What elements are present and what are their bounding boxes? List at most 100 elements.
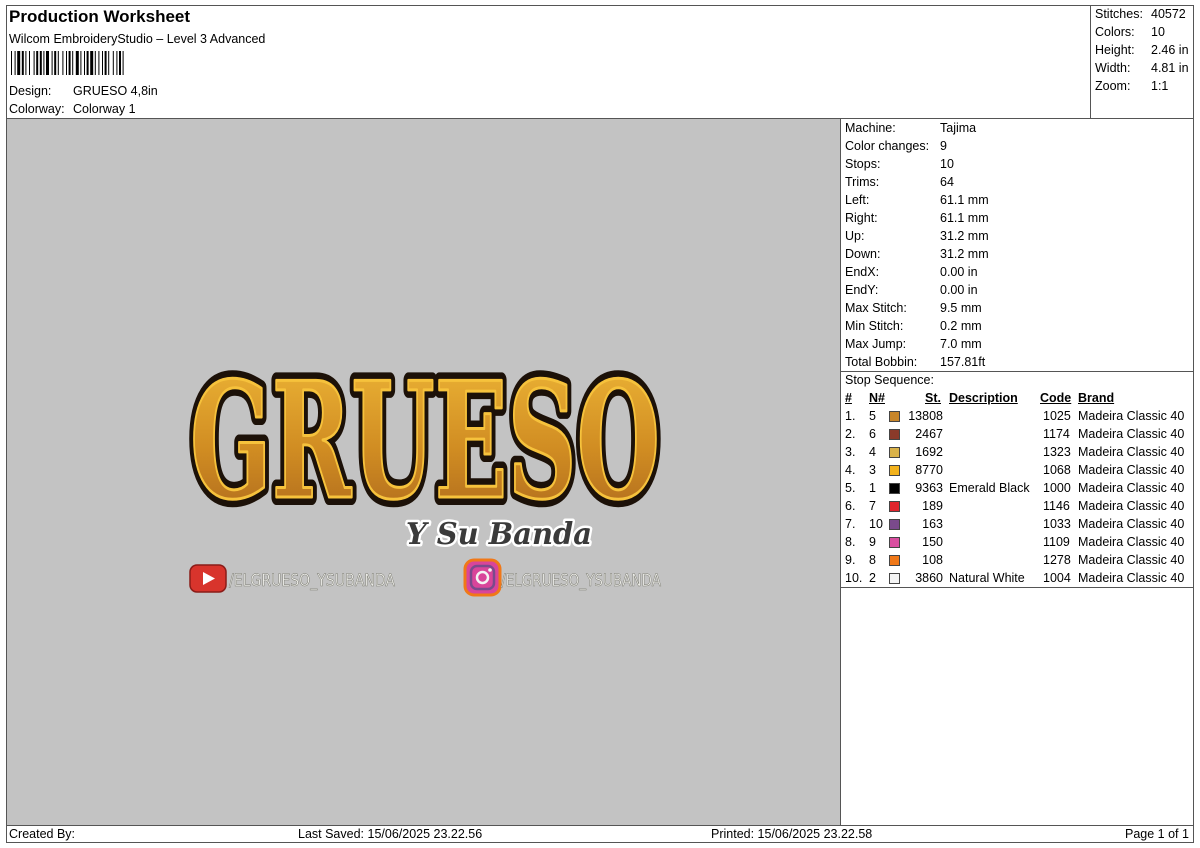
color-swatch xyxy=(889,447,900,458)
machine-info-label: Machine: xyxy=(845,121,896,135)
row-code: 1068 xyxy=(1043,463,1071,477)
col-header-brand: Brand xyxy=(1078,391,1115,405)
row-needle: 4 xyxy=(869,445,876,459)
stop-sequence-row: 4. 3 8770 1068 Madeira Classic 40 xyxy=(841,463,1194,481)
row-needle: 7 xyxy=(869,499,876,513)
design-label: Design: xyxy=(9,84,52,98)
row-needle: 9 xyxy=(869,535,876,549)
row-stitches: 9363 xyxy=(915,481,943,495)
row-code: 1278 xyxy=(1043,553,1071,567)
color-swatch xyxy=(889,411,900,422)
barcode-bar xyxy=(80,51,82,75)
stat-zoom-label: Zoom: xyxy=(1095,79,1131,93)
row-brand: Madeira Classic 40 xyxy=(1078,427,1185,441)
stop-sequence-title: Stop Sequence: xyxy=(845,373,934,387)
row-brand: Madeira Classic 40 xyxy=(1078,463,1185,477)
stop-sequence-row: 8. 9 150 1109 Madeira Classic 40 xyxy=(841,535,1194,553)
color-swatch xyxy=(889,519,900,530)
stop-sequence-row: 5. 1 9363 Emerald Black 1000 Madeira Classic … xyxy=(841,481,1194,499)
col-header-stitches: St. xyxy=(925,391,941,405)
app-name: Wilcom EmbroideryStudio – Level 3 Advanc… xyxy=(9,32,266,46)
row-index: 3. xyxy=(845,445,856,459)
row-code: 1000 xyxy=(1043,481,1071,495)
barcode-bar xyxy=(112,51,114,75)
barcode-bar xyxy=(84,51,85,75)
color-swatch xyxy=(889,465,900,476)
barcode-bar xyxy=(33,51,35,75)
row-stitches: 163 xyxy=(922,517,943,531)
barcode-bar xyxy=(43,51,45,75)
barcode-bar xyxy=(17,51,21,75)
row-code: 1109 xyxy=(1043,535,1070,549)
machine-info-label: Max Stitch: xyxy=(845,301,907,315)
col-header-description: Description xyxy=(949,391,1018,405)
barcode-bar xyxy=(86,51,89,75)
barcode-bar xyxy=(62,51,64,75)
machine-info-label: Max Jump: xyxy=(845,337,907,351)
machine-info-label: Left: xyxy=(845,193,870,207)
row-brand: Madeira Classic 40 xyxy=(1078,535,1185,549)
barcode-bar xyxy=(46,51,49,75)
row-index: 1. xyxy=(845,409,856,423)
row-needle: 8 xyxy=(869,553,876,567)
row-index: 2. xyxy=(845,427,856,441)
row-index: 10. xyxy=(845,571,863,585)
barcode-bar xyxy=(29,51,30,75)
row-description: Natural White xyxy=(949,571,1025,585)
row-stitches: 108 xyxy=(922,553,943,567)
barcode-bar xyxy=(39,51,42,75)
barcode-bar xyxy=(94,51,96,75)
barcode-bar xyxy=(104,51,107,75)
row-needle: 10 xyxy=(869,517,883,531)
col-header-needle: N# xyxy=(869,391,885,405)
stop-sequence-row: 3. 4 1692 1323 Madeira Classic 40 xyxy=(841,445,1194,463)
row-stitches: 1692 xyxy=(915,445,943,459)
row-brand: Madeira Classic 40 xyxy=(1078,571,1185,585)
sub-title-text: Y Su Banda xyxy=(406,517,592,552)
barcode-bar xyxy=(122,51,124,75)
row-stitches: 8770 xyxy=(915,463,943,477)
row-needle: 3 xyxy=(869,463,876,477)
color-swatch xyxy=(889,573,900,584)
row-code: 1174 xyxy=(1043,427,1070,441)
stat-height-value: 2.46 in xyxy=(1151,43,1189,57)
col-header-index: # xyxy=(845,391,852,405)
row-stitches: 189 xyxy=(922,499,943,513)
machine-info-label: EndX: xyxy=(845,265,880,279)
machine-info-value: Tajima xyxy=(940,121,977,135)
row-code: 1323 xyxy=(1043,445,1071,459)
printed-date: Printed: 15/06/2025 23.22.58 xyxy=(711,827,873,841)
barcode-bar xyxy=(36,51,39,75)
row-stitches: 150 xyxy=(922,535,943,549)
barcode-bar xyxy=(68,51,71,75)
machine-info-value: 10 xyxy=(940,157,954,171)
machine-info-label: Color changes: xyxy=(845,139,930,153)
youtube-icon xyxy=(189,564,227,593)
row-index: 8. xyxy=(845,535,856,549)
stop-sequence-row: 2. 6 2467 1174 Madeira Classic 40 xyxy=(841,427,1194,445)
design-value: GRUESO 4,8in xyxy=(73,84,158,98)
stop-sequence-row: 1. 5 13808 1025 Madeira Classic 40 xyxy=(841,409,1194,427)
colorway-value: Colorway 1 xyxy=(73,102,136,116)
barcode-bar xyxy=(25,51,27,75)
barcode-bar xyxy=(11,51,12,75)
stop-sequence-row: 9. 8 108 1278 Madeira Classic 40 xyxy=(841,553,1194,571)
row-brand: Madeira Classic 40 xyxy=(1078,553,1185,567)
color-swatch xyxy=(889,555,900,566)
instagram-icon xyxy=(463,558,502,597)
machine-info-label: Up: xyxy=(845,229,865,243)
machine-info-value: 0.00 in xyxy=(940,265,978,279)
stat-stitches-value: 40572 xyxy=(1151,7,1186,21)
barcode-bar xyxy=(98,51,100,75)
row-index: 5. xyxy=(845,481,856,495)
stop-sequence-row: 6. 7 189 1146 Madeira Classic 40 xyxy=(841,499,1194,517)
stat-width-value: 4.81 in xyxy=(1151,61,1189,75)
machine-info-value: 61.1 mm xyxy=(940,211,989,225)
barcode-bar xyxy=(116,51,118,75)
row-brand: Madeira Classic 40 xyxy=(1078,409,1185,423)
machine-info-value: 64 xyxy=(940,175,954,189)
machine-info-value: 31.2 mm xyxy=(940,247,989,261)
machine-info-value: 0.00 in xyxy=(940,283,978,297)
barcode-bar xyxy=(72,51,74,75)
barcode-bar xyxy=(90,51,94,75)
